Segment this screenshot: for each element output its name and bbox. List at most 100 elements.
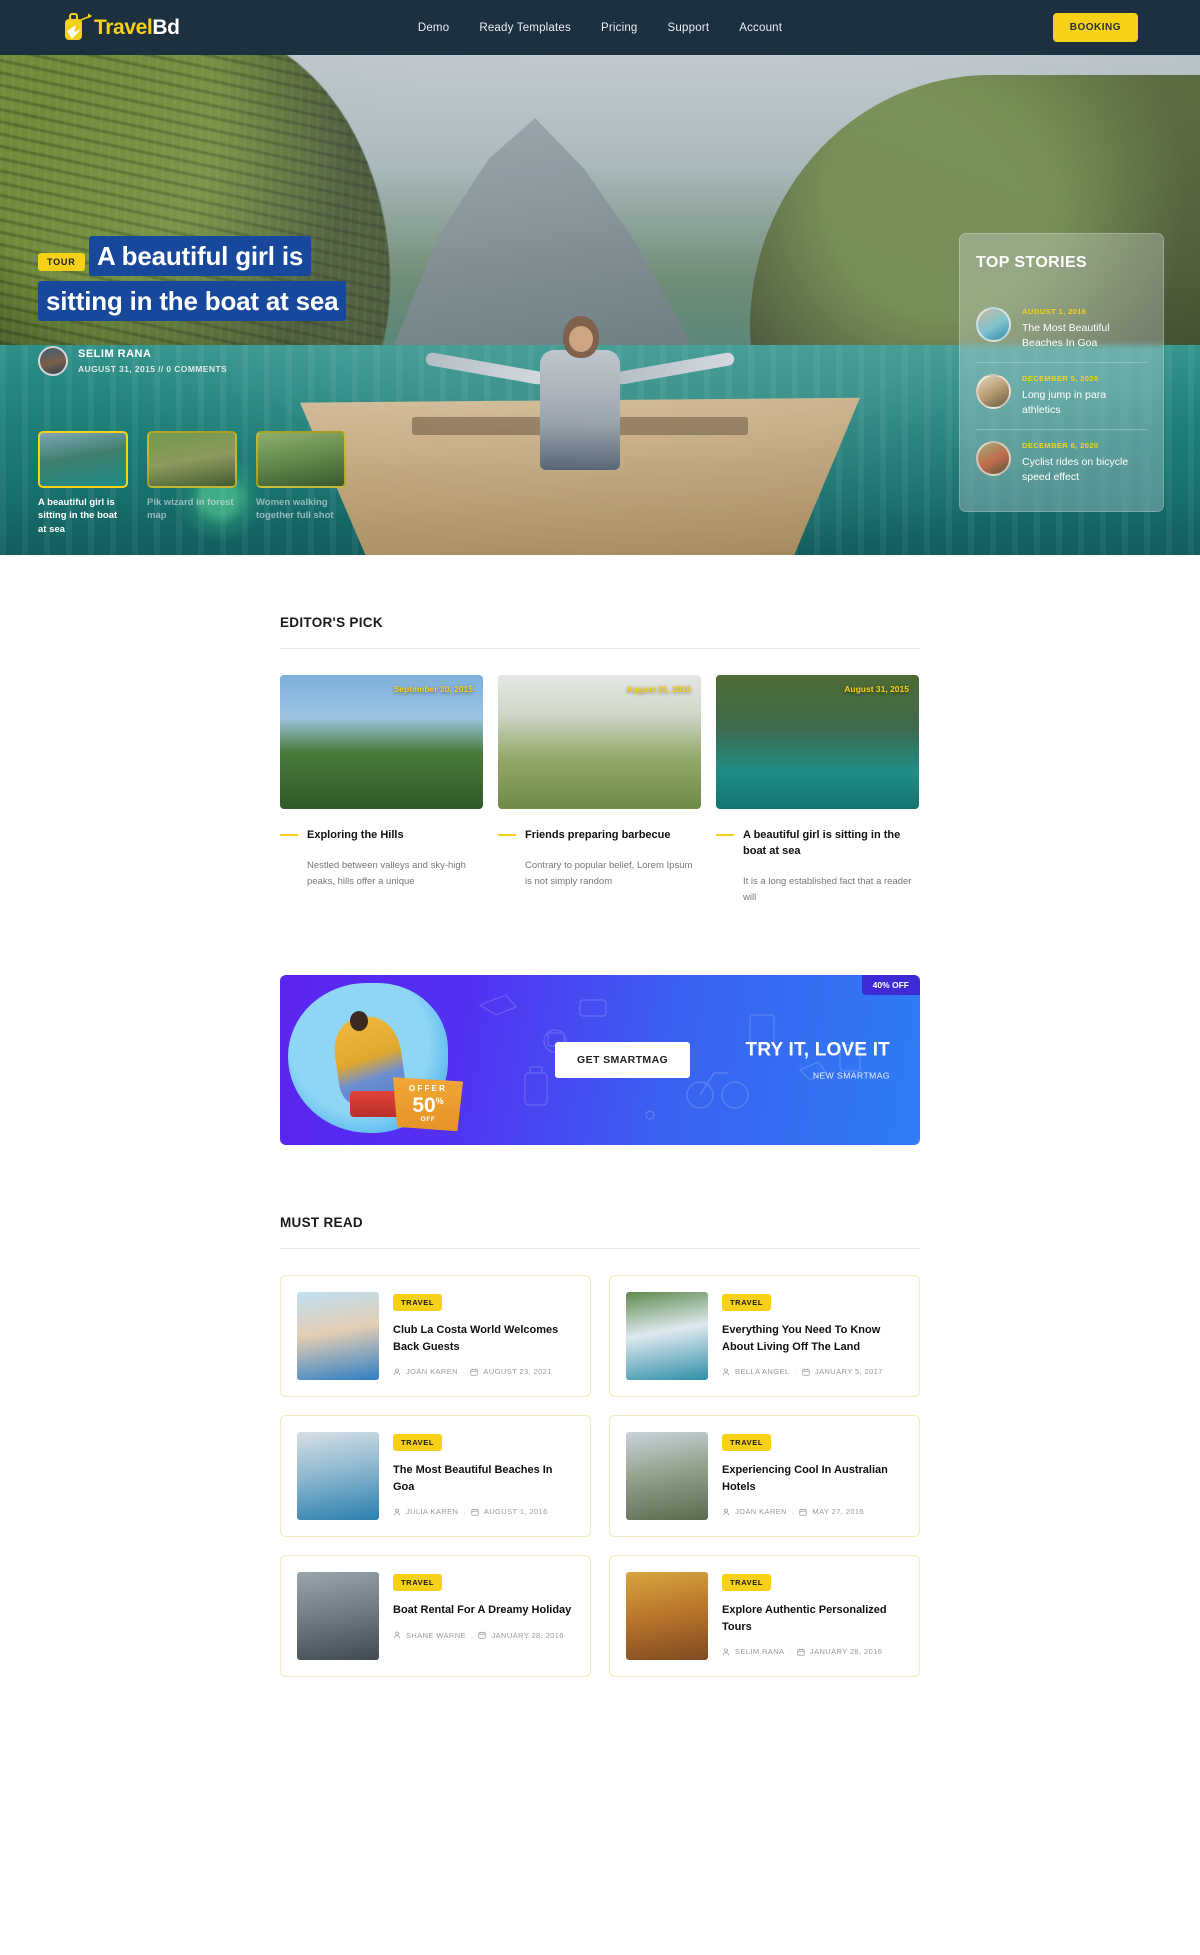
article-date: JANUARY 28, 2016 — [809, 1647, 883, 1657]
promo-banner[interactable]: OFFER 50% OFF 40% OFF GET SMARTMAG TRY I… — [280, 975, 920, 1146]
logo-text-secondary: Bd — [152, 15, 180, 39]
article-date: AUGUST 23, 2021 — [483, 1367, 552, 1377]
must-read-card[interactable]: TRAVEL Club La Costa World Welcomes Back… — [280, 1275, 591, 1398]
top-story-item[interactable]: DECEMBER 5, 2020 Long jump in para athle… — [976, 361, 1147, 429]
article-title[interactable]: Explore Authentic Personalized Tours — [722, 1602, 903, 1635]
offer-label: OFFER — [408, 1084, 448, 1094]
article-title[interactable]: A beautiful girl is sitting in the boat … — [743, 828, 919, 860]
calendar-icon — [797, 1648, 805, 1656]
top-story-item[interactable]: DECEMBER 6, 2020 Cyclist rides on bicycl… — [976, 428, 1147, 496]
nav-item-support[interactable]: Support — [668, 22, 710, 34]
meta-separator: . — [462, 1367, 466, 1377]
offer-value: 50 — [412, 1094, 436, 1118]
article-title[interactable]: The Most Beautiful Beaches In Goa — [393, 1462, 574, 1495]
must-read-card[interactable]: TRAVEL The Most Beautiful Beaches In Goa… — [280, 1415, 591, 1538]
article-title[interactable]: Boat Rental For A Dreamy Holiday — [393, 1602, 574, 1619]
meta-separator: . — [794, 1367, 797, 1377]
article-title[interactable]: Exploring the Hills — [307, 828, 404, 844]
category-chip[interactable]: TRAVEL — [722, 1294, 772, 1312]
calendar-icon — [799, 1508, 808, 1516]
top-story-headline[interactable]: The Most Beautiful Beaches In Goa — [1022, 321, 1147, 351]
article-meta: SHANE WARNE . JANUARY 28, 2016 — [393, 1631, 574, 1640]
nav-item-ready-templates[interactable]: Ready Templates — [479, 22, 571, 34]
site-logo[interactable]: TravelBd — [62, 12, 180, 44]
top-story-headline[interactable]: Cyclist rides on bicycle speed effect — [1022, 455, 1147, 485]
article-thumbnail — [626, 1432, 708, 1521]
carousel-caption: A beautiful girl is sitting in the boat … — [38, 496, 118, 536]
editors-pick-heading: EDITOR'S PICK — [280, 615, 383, 630]
hero-thumbnail-carousel: A beautiful girl is sitting in the boat … — [38, 430, 346, 537]
top-story-thumbnail — [976, 440, 1011, 476]
must-read-card[interactable]: TRAVEL Boat Rental For A Dreamy Holiday … — [280, 1555, 591, 1678]
article-excerpt: It is a long established fact that a rea… — [743, 875, 912, 903]
article-author: SHANE WARNE — [406, 1630, 466, 1640]
promo-headline: TRY IT, LOVE IT — [745, 1039, 890, 1061]
top-story-headline[interactable]: Long jump in para athletics — [1022, 388, 1147, 418]
article-author: JULIA KAREN — [406, 1507, 459, 1517]
must-read-heading: MUST READ — [280, 1215, 363, 1231]
carousel-thumbnail — [147, 430, 237, 488]
editors-pick-card[interactable]: September 30, 2015 Exploring the Hills N… — [280, 675, 483, 905]
article-title[interactable]: Experiencing Cool In Australian Hotels — [722, 1462, 903, 1495]
article-author: BELLA ANGEL — [735, 1367, 790, 1377]
article-thumbnail — [297, 1572, 379, 1661]
article-title[interactable]: Club La Costa World Welcomes Back Guests — [393, 1322, 574, 1355]
offer-percent: % — [435, 1096, 444, 1107]
article-thumbnail — [626, 1292, 708, 1381]
top-story-date: DECEMBER 5, 2020 — [1022, 373, 1099, 383]
booking-button[interactable]: BOOKING — [1052, 13, 1138, 42]
promo-banner-section: OFFER 50% OFF 40% OFF GET SMARTMAG TRY I… — [0, 905, 1200, 1146]
article-author: JOAN KAREN — [735, 1507, 787, 1517]
post-meta: AUGUST 31, 2015 // 0 COMMENTS — [78, 364, 228, 375]
article-date: AUGUST 1, 2016 — [483, 1507, 548, 1517]
hero-title-text: A beautiful girl is sitting in the boat … — [38, 236, 347, 321]
article-image: August 31, 2015 — [716, 675, 919, 809]
promo-discount-badge: 40% OFF — [861, 975, 920, 996]
user-icon — [722, 1648, 730, 1656]
top-story-item[interactable]: AUGUST 1, 2016 The Most Beautiful Beache… — [976, 296, 1147, 362]
nav-item-account[interactable]: Account — [739, 22, 782, 34]
editors-pick-card[interactable]: August 31, 2015 Friends preparing barbec… — [498, 675, 701, 905]
logo-text-primary: Travel — [94, 15, 153, 39]
nav-item-demo[interactable]: Demo — [418, 22, 449, 34]
carousel-slide-3[interactable]: Women walking together full shot — [256, 430, 346, 537]
carousel-slide-2[interactable]: Pik wizard in forest map — [147, 430, 237, 537]
article-meta: JULIA KAREN . AUGUST 1, 2016 — [393, 1507, 574, 1516]
article-meta: BELLA ANGEL . JANUARY 5, 2017 — [722, 1367, 903, 1376]
category-chip[interactable]: TRAVEL — [393, 1294, 443, 1312]
category-chip[interactable]: TRAVEL — [722, 1434, 772, 1452]
meta-separator: . — [470, 1630, 474, 1640]
offer-suffix: OFF — [420, 1116, 436, 1124]
user-icon — [393, 1368, 401, 1376]
calendar-icon — [478, 1631, 487, 1639]
get-smartmag-button[interactable]: GET SMARTMAG — [555, 1042, 691, 1079]
editors-pick-section: EDITOR'S PICK September 30, 2015 Explori… — [0, 555, 1200, 905]
category-chip[interactable]: TRAVEL — [393, 1434, 443, 1452]
section-divider — [280, 1248, 920, 1250]
top-story-date: DECEMBER 6, 2020 — [1022, 440, 1099, 450]
carousel-slide-1[interactable]: A beautiful girl is sitting in the boat … — [38, 430, 128, 537]
author-name[interactable]: SELIM RANA — [78, 348, 227, 360]
category-chip[interactable]: TRAVEL — [722, 1574, 772, 1592]
hero-category-tag[interactable]: TOUR — [38, 253, 85, 271]
article-title[interactable]: Friends preparing barbecue — [525, 828, 670, 844]
article-title[interactable]: Everything You Need To Know About Living… — [722, 1322, 903, 1355]
meta-separator: . — [463, 1507, 466, 1517]
article-excerpt: Nestled between valleys and sky-high pea… — [307, 859, 466, 887]
user-icon — [722, 1508, 730, 1516]
logo-text: TravelBd — [94, 16, 180, 40]
must-read-card[interactable]: TRAVEL Everything You Need To Know About… — [609, 1275, 920, 1398]
hero-title: A beautiful girl is sitting in the boat … — [38, 236, 347, 321]
article-meta: JOAN KAREN . AUGUST 23, 2021 — [393, 1367, 574, 1376]
carousel-caption: Pik wizard in forest map — [147, 496, 234, 522]
must-read-card[interactable]: TRAVEL Explore Authentic Personalized To… — [609, 1555, 920, 1678]
must-read-card[interactable]: TRAVEL Experiencing Cool In Australian H… — [609, 1415, 920, 1538]
meta-separator: . — [789, 1647, 792, 1657]
article-date: August 31, 2015 — [626, 684, 691, 694]
promo-offer-badge: OFFER 50% OFF — [393, 1077, 463, 1132]
nav-item-pricing[interactable]: Pricing — [601, 22, 638, 34]
must-read-grid: TRAVEL Club La Costa World Welcomes Back… — [280, 1275, 920, 1678]
category-chip[interactable]: TRAVEL — [393, 1574, 443, 1592]
top-story-date: AUGUST 1, 2016 — [1022, 307, 1087, 316]
editors-pick-card[interactable]: August 31, 2015 A beautiful girl is sitt… — [716, 675, 919, 905]
